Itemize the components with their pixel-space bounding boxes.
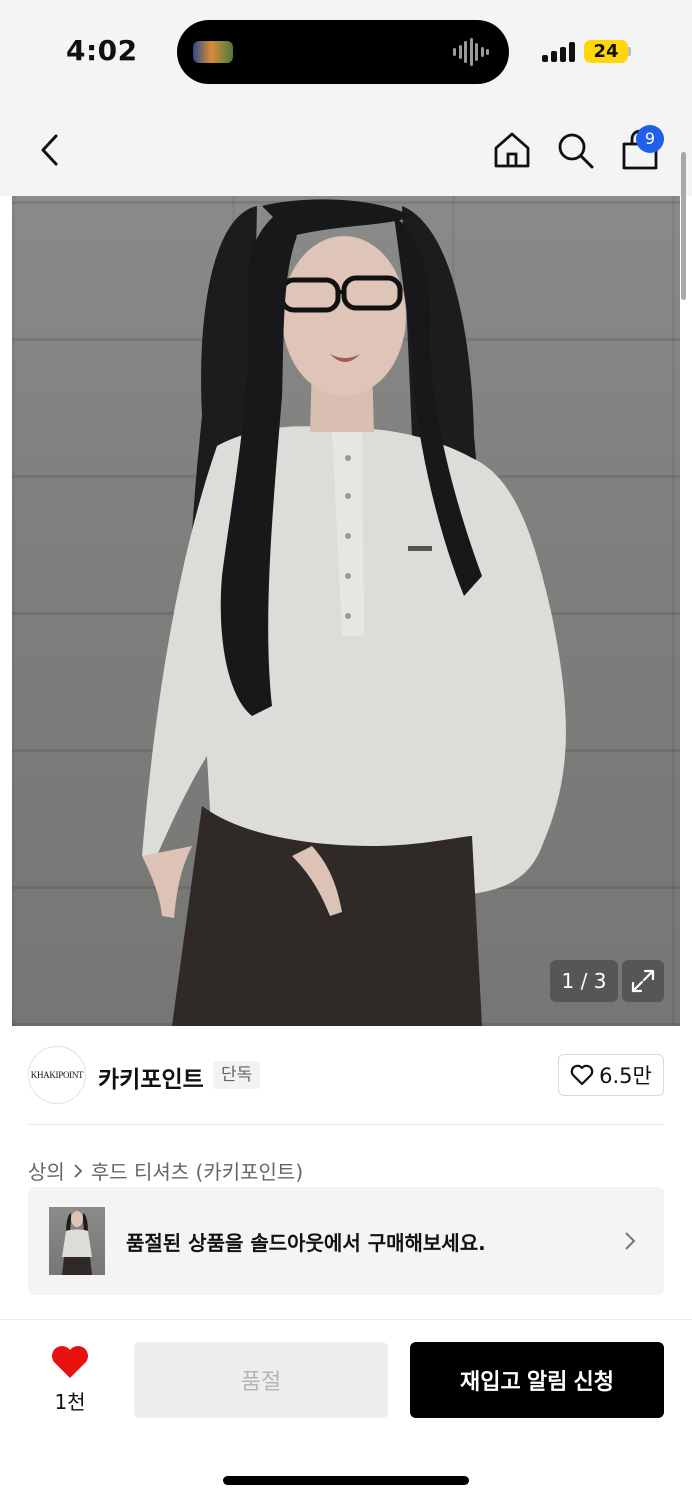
brand-like-button[interactable]: 6.5만 xyxy=(558,1054,664,1096)
scrollbar[interactable] xyxy=(681,152,686,300)
brand-like-count: 6.5만 xyxy=(599,1064,652,1088)
restock-alert-button[interactable]: 재입고 알림 신청 xyxy=(410,1342,664,1418)
expand-image-button[interactable] xyxy=(622,960,664,1002)
divider xyxy=(28,1124,664,1125)
breadcrumb-category[interactable]: 상의 xyxy=(28,1156,65,1185)
heart-outline-icon xyxy=(570,1064,594,1086)
soldout-banner[interactable]: 품절된 상품을 솔드아웃에서 구매해보세요. xyxy=(28,1187,664,1295)
cart-count-badge: 9 xyxy=(636,125,664,153)
brand-logo[interactable]: KHAKIPOINT xyxy=(28,1046,86,1104)
soldout-thumbnail xyxy=(49,1207,105,1275)
home-indicator[interactable] xyxy=(223,1476,469,1485)
breadcrumb: 상의 후드 티셔츠 (카키포인트) xyxy=(28,1156,303,1185)
search-button[interactable] xyxy=(555,130,595,170)
image-counter: 1 / 3 xyxy=(550,960,618,1002)
status-time: 4:02 xyxy=(66,34,138,67)
chevron-right-icon xyxy=(625,1232,636,1250)
cellular-signal-icon xyxy=(542,40,576,62)
breadcrumb-subcategory[interactable]: 후드 티셔츠 (카키포인트) xyxy=(91,1156,303,1185)
battery-tip xyxy=(628,47,631,56)
soldout-button: 품절 xyxy=(134,1342,388,1418)
home-button[interactable] xyxy=(492,130,532,170)
exclusive-tag: 단독 xyxy=(213,1061,261,1089)
search-icon xyxy=(558,133,594,169)
chevron-left-icon xyxy=(41,134,58,166)
product-image[interactable] xyxy=(12,196,680,1026)
chevron-right-icon xyxy=(74,1163,83,1178)
home-icon xyxy=(494,132,530,168)
dynamic-island[interactable] xyxy=(177,20,509,84)
brand-name[interactable]: 카키포인트 xyxy=(98,1060,204,1094)
soldout-banner-text: 품절된 상품을 솔드아웃에서 구매해보세요. xyxy=(126,1231,486,1255)
live-activity-thumbnail xyxy=(193,41,233,63)
back-button[interactable] xyxy=(32,130,68,170)
battery-icon: 24 xyxy=(584,40,628,63)
wish-count: 1천 xyxy=(54,1390,86,1414)
audio-waveform-icon xyxy=(453,38,489,66)
model-illustration xyxy=(142,199,566,1026)
expand-icon xyxy=(631,969,655,993)
heart-filled-icon[interactable] xyxy=(50,1344,90,1380)
